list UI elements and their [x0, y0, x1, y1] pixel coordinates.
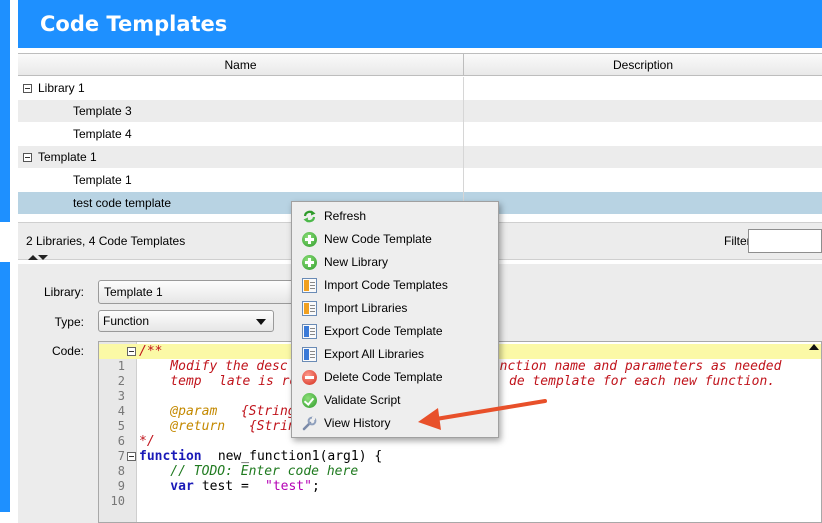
menu-item-label: Import Libraries: [324, 301, 408, 315]
code-text: function name and parameters as needed: [484, 359, 782, 374]
menu-item-label: Import Code Templates: [324, 278, 448, 292]
import-icon: [302, 278, 317, 293]
menu-item-view-history[interactable]: View History: [292, 412, 498, 435]
menu-item-label: New Code Template: [324, 232, 432, 246]
code-string: "test": [265, 479, 312, 494]
menu-item-label: New Library: [324, 255, 389, 269]
row-name-cell: Template 1: [18, 146, 464, 169]
page-header: Code Templates: [18, 0, 822, 48]
code-text: late is re: [219, 374, 298, 389]
code-text: Modify the desc: [139, 359, 288, 374]
code-templates-table: Name Description Library 1 Template 3 Te…: [18, 53, 822, 215]
row-name: Template 3: [18, 100, 464, 123]
menu-item-label: Export All Libraries: [324, 347, 425, 361]
code-text: {String: [233, 404, 296, 419]
table-row-library-1[interactable]: Library 1: [18, 77, 822, 100]
add-icon: [302, 255, 317, 270]
add-icon: [302, 232, 317, 247]
menu-item-import-code-templates[interactable]: Import Code Templates: [292, 274, 498, 297]
menu-item-new-code-template[interactable]: New Code Template: [292, 228, 498, 251]
code-comment: // TODO: Enter code here: [139, 464, 359, 479]
fold-icon[interactable]: [127, 452, 136, 461]
menu-item-refresh[interactable]: Refresh: [292, 205, 498, 228]
wrench-icon: [302, 416, 317, 431]
row-description: [464, 123, 822, 146]
code-text: /**: [139, 344, 163, 359]
scroll-up-arrow-icon[interactable]: [809, 344, 819, 350]
code-keyword: function: [139, 449, 202, 464]
import-icon: [302, 301, 317, 316]
library-label: Library:: [43, 285, 84, 299]
refresh-icon: [302, 209, 317, 224]
code-line[interactable]: 10 var test = "test" ;: [99, 479, 821, 508]
menu-item-import-libraries[interactable]: Import Libraries: [292, 297, 498, 320]
code-text: */: [139, 434, 155, 449]
splitter-handle[interactable]: [28, 254, 52, 264]
menu-item-label: View History: [324, 416, 391, 430]
row-name-cell: Library 1: [18, 77, 464, 100]
table-row[interactable]: Template 3: [18, 100, 822, 123]
menu-item-label: Export Code Template: [324, 324, 443, 338]
row-description: [464, 146, 822, 169]
table-row[interactable]: Template 1: [18, 169, 822, 192]
code-text: ;: [312, 479, 320, 494]
column-header-description[interactable]: Description: [464, 54, 822, 76]
menu-item-export-all-libraries[interactable]: Export All Libraries: [292, 343, 498, 366]
type-label: Type:: [54, 315, 84, 329]
library-field[interactable]: Template 1: [98, 280, 298, 304]
chevron-down-icon[interactable]: [38, 255, 48, 260]
template-count: 2 Libraries, 4 Code Templates: [26, 234, 186, 248]
row-name: Library 1: [38, 81, 85, 95]
code-text: new_function1(arg1) {: [210, 449, 383, 464]
menu-item-export-code-template[interactable]: Export Code Template: [292, 320, 498, 343]
code-keyword: var: [139, 479, 194, 494]
menu-item-validate-script[interactable]: Validate Script: [292, 389, 498, 412]
column-header-name[interactable]: Name: [18, 54, 464, 76]
row-description: [464, 192, 822, 215]
table-row[interactable]: Template 4: [18, 123, 822, 146]
table-header: Name Description: [18, 54, 822, 76]
row-description: [464, 100, 822, 123]
code-text: @return: [139, 419, 226, 434]
context-menu: Refresh New Code Template New Library Im…: [291, 201, 499, 438]
line-number: 10: [110, 494, 125, 508]
collapse-icon[interactable]: [23, 153, 32, 162]
menu-item-delete-code-template[interactable]: Delete Code Template: [292, 366, 498, 389]
code-text: test =: [194, 479, 257, 494]
dropdown-arrow-icon[interactable]: [256, 319, 266, 325]
row-name: Template 4: [18, 123, 464, 146]
validate-icon: [302, 393, 317, 408]
left-accent-bottom: [0, 262, 10, 512]
export-icon: [302, 324, 317, 339]
menu-item-label: Delete Code Template: [324, 370, 443, 384]
type-select[interactable]: Function: [98, 310, 274, 332]
collapse-icon[interactable]: [23, 84, 32, 93]
menu-item-label: Validate Script: [324, 393, 401, 407]
code-text: de template for each new function.: [509, 374, 776, 389]
type-value: Function: [103, 314, 150, 328]
page-title: Code Templates: [40, 12, 228, 36]
table-row-library-template-1[interactable]: Template 1: [18, 146, 822, 169]
code-line[interactable]: 8 function new_function1(arg1) {: [99, 449, 821, 478]
row-description: [464, 169, 822, 192]
row-name: Template 1: [38, 150, 97, 164]
fold-icon[interactable]: [127, 347, 136, 356]
code-text: temp: [139, 374, 202, 389]
left-accent-bar: [0, 0, 10, 523]
menu-item-new-library[interactable]: New Library: [292, 251, 498, 274]
code-line[interactable]: 9 // TODO: Enter code here: [99, 464, 821, 493]
code-label: Code:: [51, 344, 84, 358]
delete-icon: [302, 370, 317, 385]
code-text: @param: [139, 404, 218, 419]
left-accent-top: [0, 0, 10, 222]
chevron-up-icon[interactable]: [28, 255, 38, 260]
export-icon: [302, 347, 317, 362]
row-name: Template 1: [18, 169, 464, 192]
row-description: [464, 77, 822, 100]
menu-item-label: Refresh: [324, 209, 367, 223]
filter-input[interactable]: [748, 229, 822, 253]
